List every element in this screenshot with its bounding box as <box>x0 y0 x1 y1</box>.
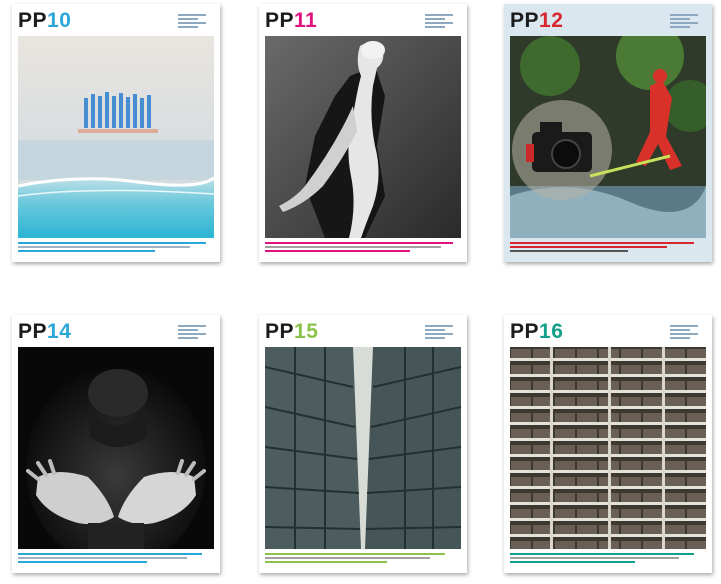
cover-photo-sea <box>18 36 214 238</box>
masthead-text <box>425 14 453 32</box>
cover-footer-text <box>510 242 706 258</box>
magazine-cover-pp12[interactable]: PP12 <box>504 4 712 262</box>
cover-title: PP10 <box>18 9 72 32</box>
cover-footer-text <box>265 553 461 569</box>
cover-title: PP16 <box>510 320 564 343</box>
cover-footer-text <box>265 242 461 258</box>
cover-photo-hands <box>18 347 214 549</box>
cover-photo-warehouse <box>265 347 461 549</box>
masthead-text <box>425 325 453 343</box>
magazine-cover-pp10[interactable]: PP10 <box>12 4 220 262</box>
masthead-text <box>670 14 698 32</box>
masthead-text <box>178 325 206 343</box>
cover-photo-figure <box>265 36 461 238</box>
masthead-text <box>178 14 206 32</box>
cover-title: PP11 <box>265 9 318 32</box>
magazine-cover-pp11[interactable]: PP11 <box>259 4 467 262</box>
cover-title: PP12 <box>510 9 564 32</box>
cover-footer-text <box>18 553 214 569</box>
cover-title: PP14 <box>18 320 72 343</box>
magazine-cover-pp15[interactable]: PP15 <box>259 315 467 573</box>
cover-footer-text <box>18 242 214 258</box>
masthead-text <box>670 325 698 343</box>
cover-footer-text <box>510 553 706 569</box>
cover-photo-apartment-building <box>510 347 706 549</box>
magazine-cover-pp16[interactable]: PP16 <box>504 315 712 573</box>
magazine-cover-pp14[interactable]: PP14 <box>12 315 220 573</box>
cover-title: PP15 <box>265 320 319 343</box>
cover-photo-camera-jungle <box>510 36 706 238</box>
